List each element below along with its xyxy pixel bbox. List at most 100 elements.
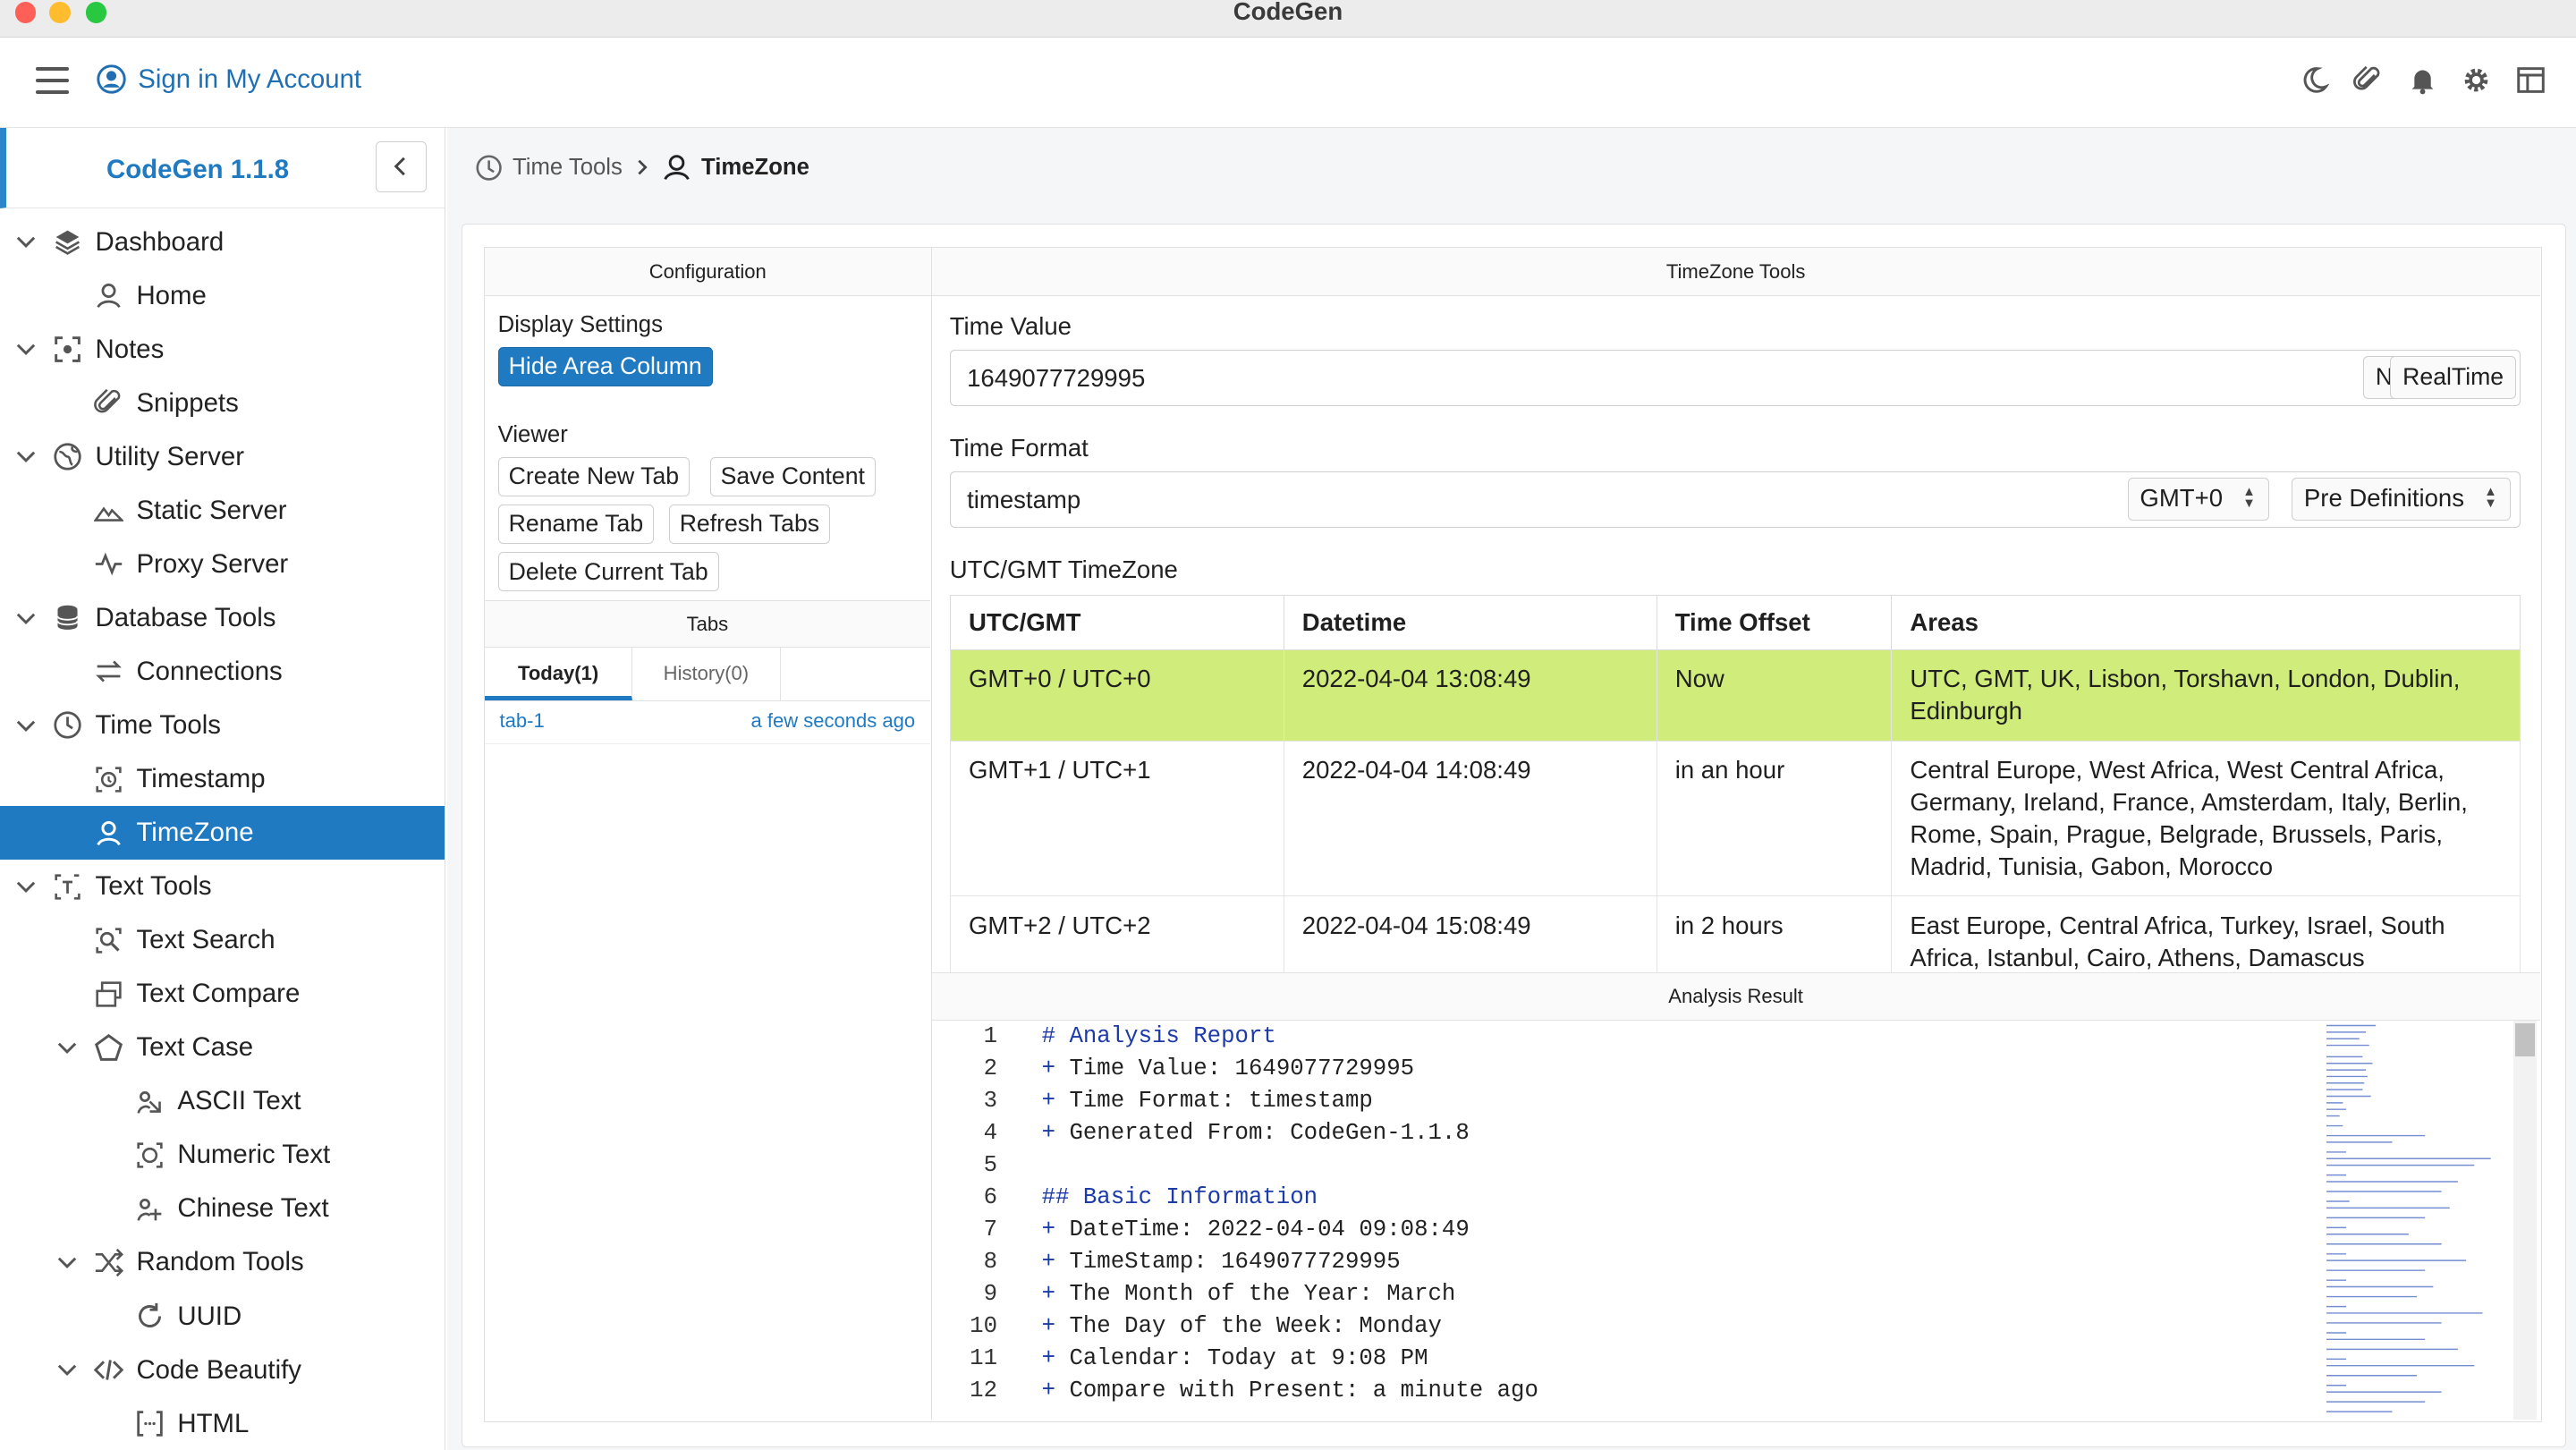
code-line: + TimeStamp: 1649077729995: [1041, 1249, 1401, 1276]
collapse-sidebar-button[interactable]: [375, 140, 427, 192]
user-icon: [97, 64, 127, 94]
layout-icon[interactable]: [2515, 64, 2546, 96]
tab-history[interactable]: History(0): [632, 647, 781, 701]
sidebar-item-label: Home: [136, 280, 207, 310]
chevron-down-icon[interactable]: [57, 1038, 77, 1057]
chevron-down-icon[interactable]: [57, 1252, 77, 1272]
chevron-down-icon[interactable]: [57, 1361, 77, 1380]
column-header: Time Offset: [1656, 595, 1893, 650]
code-line: + Calendar: Today at 9:08 PM: [1041, 1345, 1428, 1372]
sidebar-item-text-case[interactable]: Text Case: [0, 1021, 445, 1074]
table-row[interactable]: GMT+0 / UTC+0 2022-04-04 13:08:49 Now UT…: [949, 649, 2521, 742]
sidebar-item-random-tools[interactable]: Random Tools: [0, 1235, 445, 1289]
chevron-down-icon[interactable]: [16, 233, 36, 252]
breadcrumb: Time Tools TimeZone: [475, 153, 809, 182]
viewer-label: Viewer: [497, 422, 568, 448]
sidebar-item-numeric-text[interactable]: Numeric Text: [0, 1128, 445, 1182]
sidebar-item-label: Chinese Text: [177, 1193, 329, 1224]
line-number: 11: [970, 1345, 997, 1372]
main-area: Time Tools TimeZone Configuration Displa…: [446, 128, 2576, 1450]
code-line: + The Day of the Week: Monday: [1041, 1313, 1442, 1340]
gear-icon[interactable]: [2461, 64, 2492, 96]
sidebar-item-snippets[interactable]: Snippets: [0, 377, 445, 430]
close-window-button[interactable]: [14, 1, 37, 23]
sidebar-item-static-server[interactable]: Static Server: [0, 484, 445, 538]
cell-offset: Now: [1656, 649, 1893, 742]
code-line: # Analysis Report: [1041, 1023, 1276, 1050]
sidebar-item-notes[interactable]: Notes: [0, 323, 445, 377]
time-value-field[interactable]: 1649077729995 Now RealTime: [949, 350, 2521, 406]
code-line: + Generated From: CodeGen-1.1.8: [1041, 1120, 1470, 1147]
editor-scrollbar[interactable]: [2513, 1020, 2537, 1420]
sidebar-item-time-tools[interactable]: Time Tools: [0, 699, 445, 752]
tab-entry-name: tab-1: [499, 709, 545, 733]
zoom-window-button[interactable]: [85, 1, 107, 23]
line-number: 12: [970, 1378, 997, 1404]
sidebar-item-text-tools[interactable]: Text Tools: [0, 860, 445, 913]
chevron-down-icon[interactable]: [16, 716, 36, 735]
numeric-icon: [135, 1140, 165, 1170]
save-content-button[interactable]: Save Content: [709, 456, 876, 496]
tab-list-item[interactable]: tab-1 a few seconds ago: [484, 701, 930, 745]
column-header: Datetime: [1283, 595, 1657, 650]
chevron-right-icon: [638, 159, 648, 175]
scrollbar-thumb[interactable]: [2515, 1023, 2536, 1057]
pre-definitions-select[interactable]: Pre Definitions ▲ ▼: [2292, 477, 2512, 521]
column-header: Areas: [1891, 595, 2521, 650]
sidebar-item-connections[interactable]: Connections: [0, 645, 445, 699]
sidebar-item-ascii-text[interactable]: ASCII Text: [0, 1074, 445, 1128]
paperclip-icon[interactable]: [2352, 64, 2384, 96]
sidebar-item-dashboard[interactable]: Dashboard: [0, 216, 445, 269]
rename-tab-button[interactable]: Rename Tab: [497, 504, 655, 544]
sidebar-item-text-search[interactable]: Text Search: [0, 913, 445, 967]
chevron-down-icon[interactable]: [16, 877, 36, 896]
breadcrumb-parent[interactable]: Time Tools: [513, 155, 623, 181]
ascii-icon: [135, 1087, 165, 1116]
timezone-table: UTC/GMT Datetime Time Offset Areas GMT+0…: [949, 595, 2521, 988]
sidebar-item-home[interactable]: Home: [0, 269, 445, 323]
tab-today[interactable]: Today(1): [484, 647, 633, 701]
sidebar-item-proxy-server[interactable]: Proxy Server: [0, 538, 445, 591]
chevron-down-icon[interactable]: [16, 340, 36, 360]
clock-icon: [476, 155, 502, 181]
table-row[interactable]: GMT+1 / UTC+1 2022-04-04 14:08:49 in an …: [949, 740, 2521, 897]
gmt-select[interactable]: GMT+0 ▲ ▼: [2127, 477, 2270, 521]
analysis-result-editor[interactable]: 1 # Analysis Report 2 + Time Value: 1649077…: [932, 1020, 2540, 1420]
minimize-window-button[interactable]: [49, 1, 71, 23]
sidebar-item-chinese-text[interactable]: Chinese Text: [0, 1182, 445, 1235]
chevron-down-icon[interactable]: [16, 608, 36, 628]
select-arrows-icon: ▲ ▼: [2242, 484, 2256, 511]
analysis-result-header: Analysis Result: [931, 972, 2540, 1021]
moon-icon[interactable]: [2299, 64, 2330, 96]
menu-icon[interactable]: [36, 67, 70, 97]
code-line: + The Month of the Year: March: [1041, 1281, 1456, 1308]
sidebar-item-code-beautify[interactable]: Code Beautify: [0, 1344, 445, 1397]
hide-area-column-button[interactable]: Hide Area Column: [497, 346, 713, 386]
sidebar-item-html[interactable]: HTML: [0, 1397, 445, 1450]
sidebar-item-text-compare[interactable]: Text Compare: [0, 967, 445, 1021]
timezone-table-label: UTC/GMT TimeZone: [949, 555, 1178, 583]
sidebar-item-uuid[interactable]: UUID: [0, 1290, 445, 1344]
realtime-button[interactable]: RealTime: [2390, 355, 2516, 399]
swap-icon: [94, 657, 123, 686]
editor-minimap[interactable]: [2326, 1021, 2507, 1420]
sidebar-item-timezone[interactable]: TimeZone: [0, 806, 445, 861]
chevron-left-icon: [394, 157, 405, 176]
sidebar-item-label: UUID: [177, 1301, 242, 1331]
sidebar-item-database-tools[interactable]: Database Tools: [0, 591, 445, 645]
refresh-tabs-button[interactable]: Refresh Tabs: [668, 504, 831, 544]
sidebar-item-label: Text Compare: [136, 979, 301, 1009]
bell-icon[interactable]: [2407, 64, 2438, 96]
notes-icon: [53, 335, 82, 364]
cell-areas: UTC, GMT, UK, Lisbon, Torshavn, London, …: [1891, 649, 2521, 742]
time-format-field[interactable]: timestamp GMT+0 ▲ ▼ Pre Definitions ▲ ▼: [949, 471, 2521, 528]
sign-in-link[interactable]: Sign in My Account: [97, 64, 361, 95]
create-new-tab-button[interactable]: Create New Tab: [497, 456, 691, 496]
sidebar-item-utility-server[interactable]: Utility Server: [0, 430, 445, 484]
code-line: ## Basic Information: [1041, 1184, 1318, 1211]
sidebar-item-label: ASCII Text: [177, 1086, 301, 1116]
timezone-tools-panel: TimeZone Tools Time Value 1649077729995 …: [931, 248, 2540, 1420]
delete-current-tab-button[interactable]: Delete Current Tab: [497, 552, 719, 592]
chevron-down-icon[interactable]: [16, 447, 36, 467]
sidebar-item-timestamp[interactable]: Timestamp: [0, 752, 445, 806]
